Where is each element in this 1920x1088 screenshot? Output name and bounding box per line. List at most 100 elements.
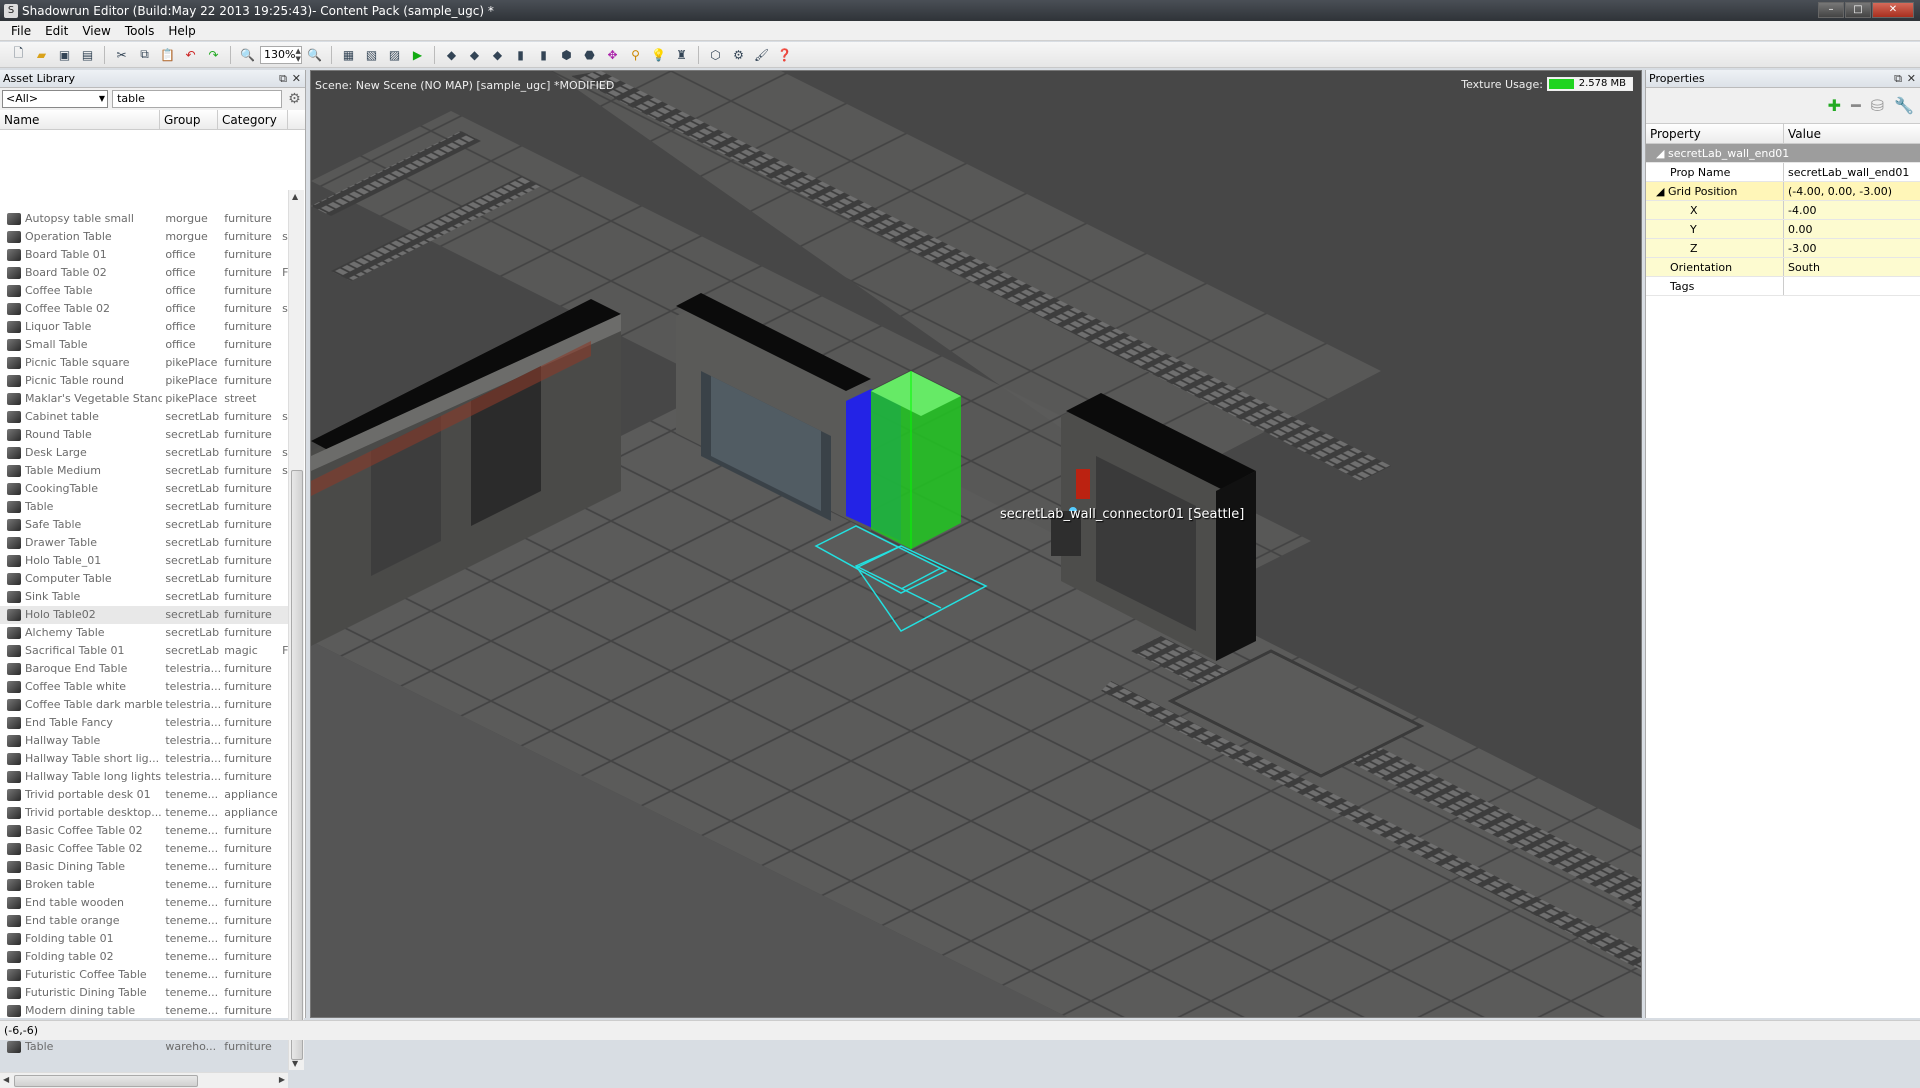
- asset-row[interactable]: Coffee Table white telestria... furniture: [0, 678, 288, 696]
- zoom-in-icon[interactable]: 🔍: [304, 45, 325, 65]
- asset-row[interactable]: CookingTable secretLab furniture: [0, 480, 288, 498]
- asset-row[interactable]: Board Table 01 office furniture: [0, 246, 288, 264]
- asset-row[interactable]: Folding table 01 teneme... furniture: [0, 930, 288, 948]
- bucket-icon[interactable]: ⛁: [1871, 96, 1884, 115]
- property-row-z[interactable]: Z -3.00: [1646, 239, 1920, 258]
- asset-row[interactable]: Coffee Table dark marble telestria... furn…: [0, 696, 288, 714]
- floor-tile-icon[interactable]: ◆: [441, 45, 462, 65]
- new-file-icon[interactable]: 🗋: [8, 45, 29, 65]
- zoom-stepper-icon[interactable]: ▲ ▼: [295, 47, 301, 63]
- add-icon[interactable]: ✚: [1828, 96, 1841, 115]
- close-panel-icon[interactable]: ✕: [1907, 70, 1916, 88]
- gear-icon[interactable]: ⚙: [286, 90, 303, 108]
- asset-row[interactable]: Table secretLab furniture: [0, 498, 288, 516]
- cut-icon[interactable]: ✂: [111, 45, 132, 65]
- paste-icon[interactable]: 📋: [157, 45, 178, 65]
- asset-row[interactable]: Computer Table secretLab furniture: [0, 570, 288, 588]
- brush-icon[interactable]: 🖌: [751, 45, 772, 65]
- map-icon[interactable]: ▦: [338, 45, 359, 65]
- menu-view[interactable]: View: [75, 21, 117, 41]
- property-value[interactable]: secretLab_wall_end01: [1784, 163, 1920, 181]
- maximize-button[interactable]: □: [1845, 2, 1871, 18]
- menu-tools[interactable]: Tools: [118, 21, 162, 41]
- asset-row[interactable]: Small Table office furniture: [0, 336, 288, 354]
- save-icon[interactable]: ▣: [54, 45, 75, 65]
- transform-icon[interactable]: ✥: [602, 45, 623, 65]
- close-button[interactable]: ✕: [1872, 2, 1914, 18]
- column-name[interactable]: Name: [0, 110, 160, 129]
- search-input[interactable]: table: [112, 90, 282, 108]
- grid-icon[interactable]: ▧: [361, 45, 382, 65]
- close-panel-icon[interactable]: ✕: [292, 70, 301, 88]
- asset-row[interactable]: Drawer Table secretLab furniture: [0, 534, 288, 552]
- wall-2-icon[interactable]: ▮: [533, 45, 554, 65]
- property-row-prop-name[interactable]: Prop Name secretLab_wall_end01: [1646, 163, 1920, 182]
- settings-icon[interactable]: ⚙: [728, 45, 749, 65]
- float-panel-icon[interactable]: ⧉: [279, 70, 287, 88]
- cube-icon[interactable]: ⬡: [705, 45, 726, 65]
- asset-row[interactable]: Trivid portable desk 01 teneme... applianc…: [0, 786, 288, 804]
- asset-row[interactable]: Picnic Table square pikePlace furniture: [0, 354, 288, 372]
- light-icon[interactable]: 💡: [648, 45, 669, 65]
- asset-row[interactable]: Folding table 02 teneme... furniture: [0, 948, 288, 966]
- asset-row[interactable]: Round Table secretLab furniture: [0, 426, 288, 444]
- property-value[interactable]: [1784, 277, 1920, 295]
- property-row-grid-position[interactable]: ◢ Grid Position (-4.00, 0.00, -3.00): [1646, 182, 1920, 201]
- asset-row[interactable]: Coffee Table office furniture: [0, 282, 288, 300]
- asset-row[interactable]: Basic Coffee Table 02 teneme... furniture: [0, 822, 288, 840]
- remove-icon[interactable]: ━: [1851, 96, 1861, 115]
- asset-row[interactable]: Basic Coffee Table 02 teneme... furniture: [0, 840, 288, 858]
- asset-row[interactable]: Picnic Table round pikePlace furniture: [0, 372, 288, 390]
- asset-row[interactable]: Desk Large secretLab furniture s: [0, 444, 288, 462]
- property-value[interactable]: -4.00: [1784, 201, 1920, 219]
- asset-row[interactable]: Table wareho... furniture: [0, 1038, 288, 1056]
- asset-row[interactable]: Autopsy table small morgue furniture: [0, 210, 288, 228]
- scroll-thumb[interactable]: [291, 470, 303, 1060]
- layers-icon[interactable]: ▨: [384, 45, 405, 65]
- asset-row[interactable]: End Table Fancy telestria... furniture: [0, 714, 288, 732]
- asset-row[interactable]: Operation Table morgue furniture s: [0, 228, 288, 246]
- asset-row[interactable]: Liquor Table office furniture: [0, 318, 288, 336]
- property-row-x[interactable]: X -4.00: [1646, 201, 1920, 220]
- zoom-out-icon[interactable]: 🔍: [237, 45, 258, 65]
- asset-row[interactable]: Baroque End Table telestria... furniture: [0, 660, 288, 678]
- vertical-scrollbar[interactable]: ▲ ▼: [288, 190, 304, 1070]
- group-filter-select[interactable]: <All> ▼: [2, 90, 109, 108]
- column-category[interactable]: Category: [218, 110, 288, 129]
- asset-row[interactable]: Hallway Table long lights telestria... fur…: [0, 768, 288, 786]
- help-icon[interactable]: ❓: [774, 45, 795, 65]
- scroll-up-icon[interactable]: ▲: [292, 192, 298, 201]
- asset-row[interactable]: Holo Table02 secretLab furniture: [0, 606, 288, 624]
- save-all-icon[interactable]: ▤: [77, 45, 98, 65]
- wall-icon[interactable]: ▮: [510, 45, 531, 65]
- asset-row[interactable]: Basic Dining Table teneme... furniture: [0, 858, 288, 876]
- asset-row[interactable]: Trivid portable desktop... teneme... appli…: [0, 804, 288, 822]
- property-value[interactable]: (-4.00, 0.00, -3.00): [1784, 182, 1920, 200]
- prop-2-icon[interactable]: ⬣: [579, 45, 600, 65]
- zoom-field[interactable]: 130% ▲ ▼: [260, 45, 302, 64]
- property-row-y[interactable]: Y 0.00: [1646, 220, 1920, 239]
- open-folder-icon[interactable]: ▰: [31, 45, 52, 65]
- asset-row[interactable]: End table wooden teneme... furniture: [0, 894, 288, 912]
- menu-file[interactable]: File: [4, 21, 38, 41]
- wrench-icon[interactable]: 🔧: [1894, 96, 1914, 115]
- asset-row[interactable]: Hallway Table telestria... furniture: [0, 732, 288, 750]
- floor-tile-3-icon[interactable]: ◆: [487, 45, 508, 65]
- asset-row[interactable]: Futuristic Dining Table teneme... furnitur…: [0, 984, 288, 1002]
- asset-row[interactable]: Safe Table secretLab furniture: [0, 516, 288, 534]
- property-row-orientation[interactable]: Orientation South: [1646, 258, 1920, 277]
- asset-row[interactable]: Table Medium secretLab furniture s: [0, 462, 288, 480]
- hscroll-thumb[interactable]: [14, 1075, 198, 1087]
- asset-row[interactable]: End table orange teneme... furniture: [0, 912, 288, 930]
- property-value[interactable]: 0.00: [1784, 220, 1920, 238]
- asset-row[interactable]: Holo Table_01 secretLab furniture: [0, 552, 288, 570]
- menu-edit[interactable]: Edit: [38, 21, 75, 41]
- scroll-down-icon[interactable]: ▼: [292, 1059, 298, 1068]
- asset-row[interactable]: Futuristic Coffee Table teneme... furnitur…: [0, 966, 288, 984]
- scroll-right-icon[interactable]: ▶: [279, 1075, 285, 1084]
- asset-row[interactable]: Board Table 02 office furniture F: [0, 264, 288, 282]
- floor-tile-2-icon[interactable]: ◆: [464, 45, 485, 65]
- property-value[interactable]: -3.00: [1784, 239, 1920, 257]
- copy-icon[interactable]: ⧉: [134, 45, 155, 65]
- horizontal-scrollbar[interactable]: ◀ ▶: [0, 1072, 288, 1088]
